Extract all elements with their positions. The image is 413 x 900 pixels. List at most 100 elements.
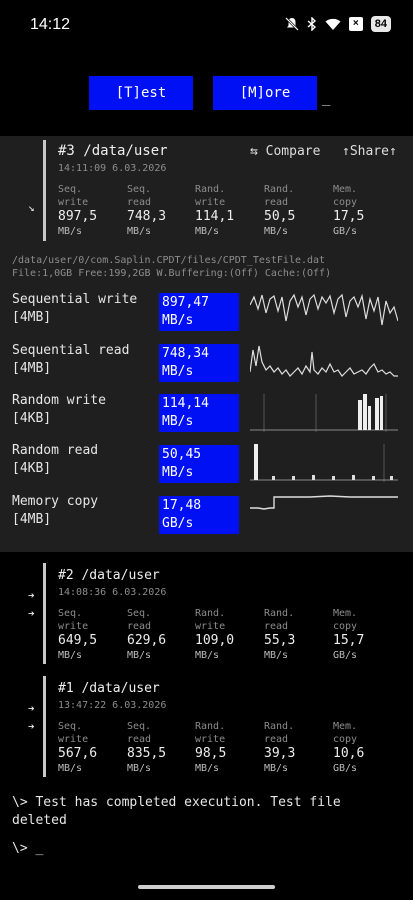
metric-unit: GB/s: [333, 650, 358, 661]
metric-rand-write: Rand. write 114,1 MB/s: [195, 183, 234, 238]
metric-label: read: [127, 197, 152, 208]
metric-label: Mem.: [333, 608, 358, 619]
metric-value: 39,3: [264, 746, 296, 761]
compare-arrow-icon[interactable]: ➔: [28, 702, 35, 715]
benchmark-value: 50,45: [162, 447, 202, 462]
metric-value: 55,3: [264, 633, 296, 648]
benchmark-value: 114,14: [162, 396, 209, 411]
dnd-off-icon: [284, 17, 299, 31]
metric-mem-copy: Mem. copy 17,5 GB/s: [333, 183, 364, 238]
metric-label: Rand.: [195, 184, 226, 195]
metric-unit: MB/s: [127, 650, 152, 661]
benchmark-value-seq-write: 897,47 MB/s: [159, 293, 239, 331]
metric-label: Seq.: [127, 184, 152, 195]
metric-label: read: [264, 197, 289, 208]
metric-unit: MB/s: [58, 226, 83, 237]
metric-label: read: [127, 621, 152, 632]
metric-label: Seq.: [58, 721, 83, 732]
benchmark-label-rand-read: Random read [4KB]: [12, 442, 98, 478]
share-button[interactable]: ↑Share↑: [342, 144, 397, 159]
metric-label: Seq.: [58, 184, 83, 195]
home-indicator[interactable]: [138, 885, 275, 889]
more-button[interactable]: [M]ore: [213, 76, 317, 110]
benchmark-name: Random read: [12, 443, 99, 458]
benchmark-label-rand-write: Random write [4KB]: [12, 392, 106, 428]
bluetooth-icon: [307, 17, 317, 31]
metric-label: Seq.: [127, 721, 152, 732]
metric-unit: MB/s: [127, 763, 152, 774]
benchmark-name: Random write: [12, 393, 106, 408]
benchmark-block: [4MB]: [12, 310, 52, 325]
compare-arrow-icon[interactable]: ➔: [28, 589, 35, 602]
collapse-arrow-icon[interactable]: ↘: [28, 201, 35, 214]
rand-write-graph: [250, 394, 398, 432]
x-notification-icon: ×: [348, 17, 363, 31]
status-time: 14:12: [30, 16, 71, 33]
status-bar: 14:12 × 84: [0, 0, 413, 52]
metric-label: write: [195, 734, 226, 745]
benchmark-label-mem-copy: Memory copy [4MB]: [12, 493, 98, 529]
metric-label: Rand.: [264, 184, 295, 195]
history-metric-seq-read: Seq. read 629,6 MB/s: [127, 607, 166, 662]
metric-label: read: [127, 734, 152, 745]
metric-label: write: [58, 197, 89, 208]
metric-unit: MB/s: [127, 226, 152, 237]
compare-button[interactable]: ⇆ Compare: [250, 144, 320, 159]
benchmark-unit: MB/s: [162, 414, 194, 429]
metric-rand-read: Rand. read 50,5 MB/s: [264, 183, 295, 238]
metric-label: read: [264, 621, 289, 632]
history-metric-mem-copy: Mem. copy 15,7 GB/s: [333, 607, 364, 662]
benchmark-name: Memory copy: [12, 494, 99, 509]
metric-value: 17,5: [333, 209, 365, 224]
history-metric-seq-read: Seq. read 835,5 MB/s: [127, 720, 166, 775]
metric-unit: MB/s: [264, 650, 289, 661]
metric-unit: GB/s: [333, 763, 358, 774]
metric-label: write: [195, 621, 226, 632]
metric-value: 98,5: [195, 746, 227, 761]
benchmark-unit: GB/s: [162, 516, 194, 531]
metric-value: 835,5: [127, 746, 167, 761]
metric-label: Rand.: [264, 608, 295, 619]
benchmark-value-rand-write: 114,14 MB/s: [159, 394, 239, 432]
history-metric-rand-write: Rand. write 98,5 MB/s: [195, 720, 226, 775]
test-file-info: File:1,0GB Free:199,2GB W.Buffering:(Off…: [12, 268, 332, 279]
history-metric-mem-copy: Mem. copy 10,6 GB/s: [333, 720, 364, 775]
test-file-path: /data/user/0/com.Saplin.CPDT/files/CPDT_…: [12, 255, 326, 266]
metric-value: 748,3: [127, 209, 167, 224]
text-cursor: _: [322, 90, 331, 106]
benchmark-block: [4KB]: [12, 411, 52, 426]
console-prompt[interactable]: \> _: [12, 840, 43, 858]
metric-label: Mem.: [333, 184, 358, 195]
benchmark-unit: MB/s: [162, 364, 194, 379]
metric-unit: GB/s: [333, 226, 358, 237]
metric-seq-read: Seq. read 748,3 MB/s: [127, 183, 166, 238]
history-metric-rand-write: Rand. write 109,0 MB/s: [195, 607, 234, 662]
metric-label: write: [58, 734, 89, 745]
metric-value: 50,5: [264, 209, 296, 224]
test-button[interactable]: [T]est: [89, 76, 193, 110]
history-title: #2 /data/user: [58, 568, 160, 583]
metric-value: 567,6: [58, 746, 98, 761]
history-metric-seq-write: Seq. write 567,6 MB/s: [58, 720, 97, 775]
battery-icon: 84: [370, 16, 391, 32]
metric-label: Rand.: [264, 721, 295, 732]
run-date: 14:11:09 6.03.2026: [58, 163, 167, 174]
compare-arrow-icon[interactable]: ➔: [28, 720, 35, 733]
metric-value: 109,0: [195, 633, 235, 648]
metric-label: copy: [333, 197, 358, 208]
console-message: \> Test has completed execution. Test fi…: [12, 795, 341, 810]
metric-unit: MB/s: [195, 226, 220, 237]
benchmark-name: Sequential read: [12, 343, 130, 358]
metric-value: 15,7: [333, 633, 365, 648]
history-metric-seq-write: Seq. write 649,5 MB/s: [58, 607, 97, 662]
metric-label: write: [195, 197, 226, 208]
benchmark-value: 748,34: [162, 346, 209, 361]
history-metric-rand-read: Rand. read 55,3 MB/s: [264, 607, 295, 662]
mem-copy-graph: [250, 495, 398, 510]
metric-label: copy: [333, 621, 358, 632]
metric-label: Rand.: [195, 608, 226, 619]
compare-arrow-icon[interactable]: ➔: [28, 607, 35, 620]
wifi-icon: [325, 18, 341, 31]
metric-unit: MB/s: [195, 650, 220, 661]
metric-value: 10,6: [333, 746, 365, 761]
